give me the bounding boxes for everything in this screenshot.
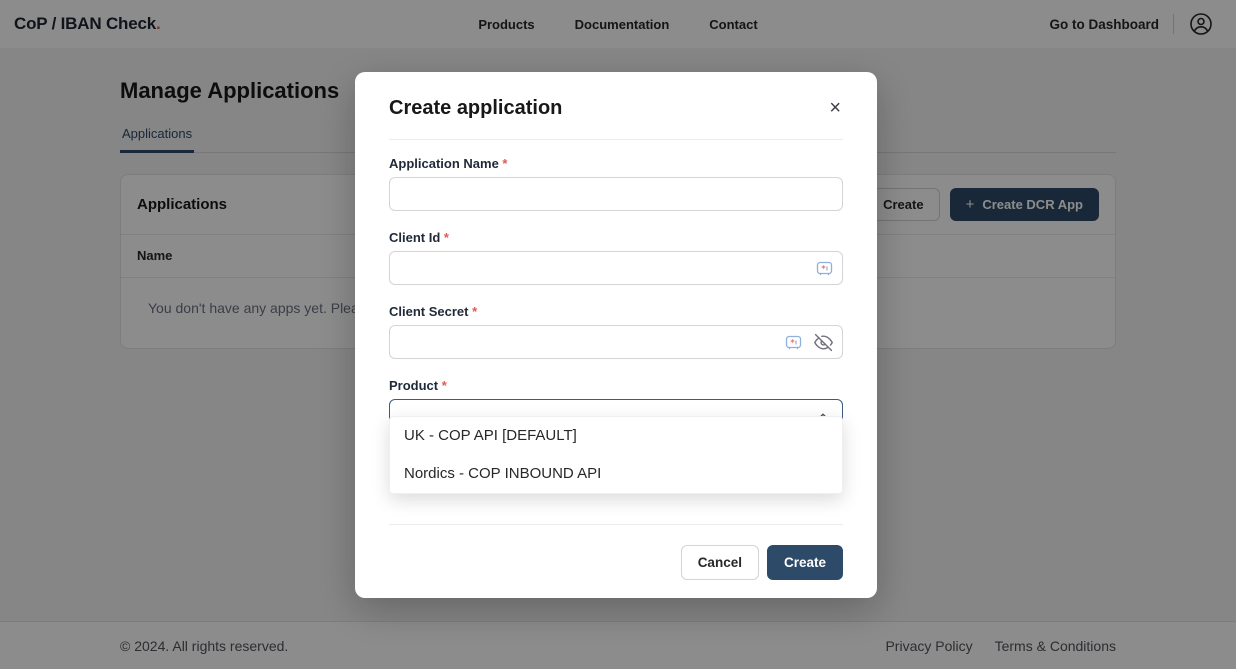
- close-icon[interactable]: ×: [827, 96, 843, 120]
- client-secret-input[interactable]: [389, 325, 843, 359]
- modal-title: Create application: [389, 97, 562, 120]
- client-secret-label: Client Secret *: [389, 304, 843, 319]
- product-field: Product * UK - COP API [DEFAULT] Nordics…: [389, 378, 843, 433]
- product-option-nordics-cop-inbound-api[interactable]: Nordics - COP INBOUND API: [390, 455, 842, 493]
- svg-text:*: *: [790, 338, 795, 348]
- application-name-label: Application Name *: [389, 156, 843, 171]
- client-id-label: Client Id *: [389, 230, 843, 245]
- svg-text:*: *: [821, 264, 826, 274]
- modal-header-divider: [389, 139, 843, 140]
- required-asterisk: *: [472, 304, 477, 319]
- cancel-button[interactable]: Cancel: [681, 545, 759, 580]
- required-asterisk: *: [444, 230, 449, 245]
- client-secret-field: Client Secret * *: [389, 304, 843, 359]
- modal-footer: Cancel Create: [389, 545, 843, 580]
- eye-off-icon[interactable]: [814, 333, 833, 352]
- password-safe-icon[interactable]: *: [785, 334, 802, 351]
- product-options-dropdown: UK - COP API [DEFAULT] Nordics - COP INB…: [389, 416, 843, 494]
- modal-header: Create application ×: [389, 96, 843, 120]
- client-id-field: Client Id * *: [389, 230, 843, 285]
- client-id-input[interactable]: [389, 251, 843, 285]
- product-label: Product *: [389, 378, 843, 393]
- create-application-modal: Create application × Application Name * …: [355, 72, 877, 598]
- password-safe-icon[interactable]: *: [816, 260, 833, 277]
- create-application-form: Application Name * Client Id *: [389, 156, 843, 433]
- modal-create-button[interactable]: Create: [767, 545, 843, 580]
- modal-footer-divider: [389, 524, 843, 525]
- required-asterisk: *: [502, 156, 507, 171]
- product-option-uk-cop-api[interactable]: UK - COP API [DEFAULT]: [390, 417, 842, 455]
- application-name-input[interactable]: [389, 177, 843, 211]
- required-asterisk: *: [442, 378, 447, 393]
- application-name-field: Application Name *: [389, 156, 843, 211]
